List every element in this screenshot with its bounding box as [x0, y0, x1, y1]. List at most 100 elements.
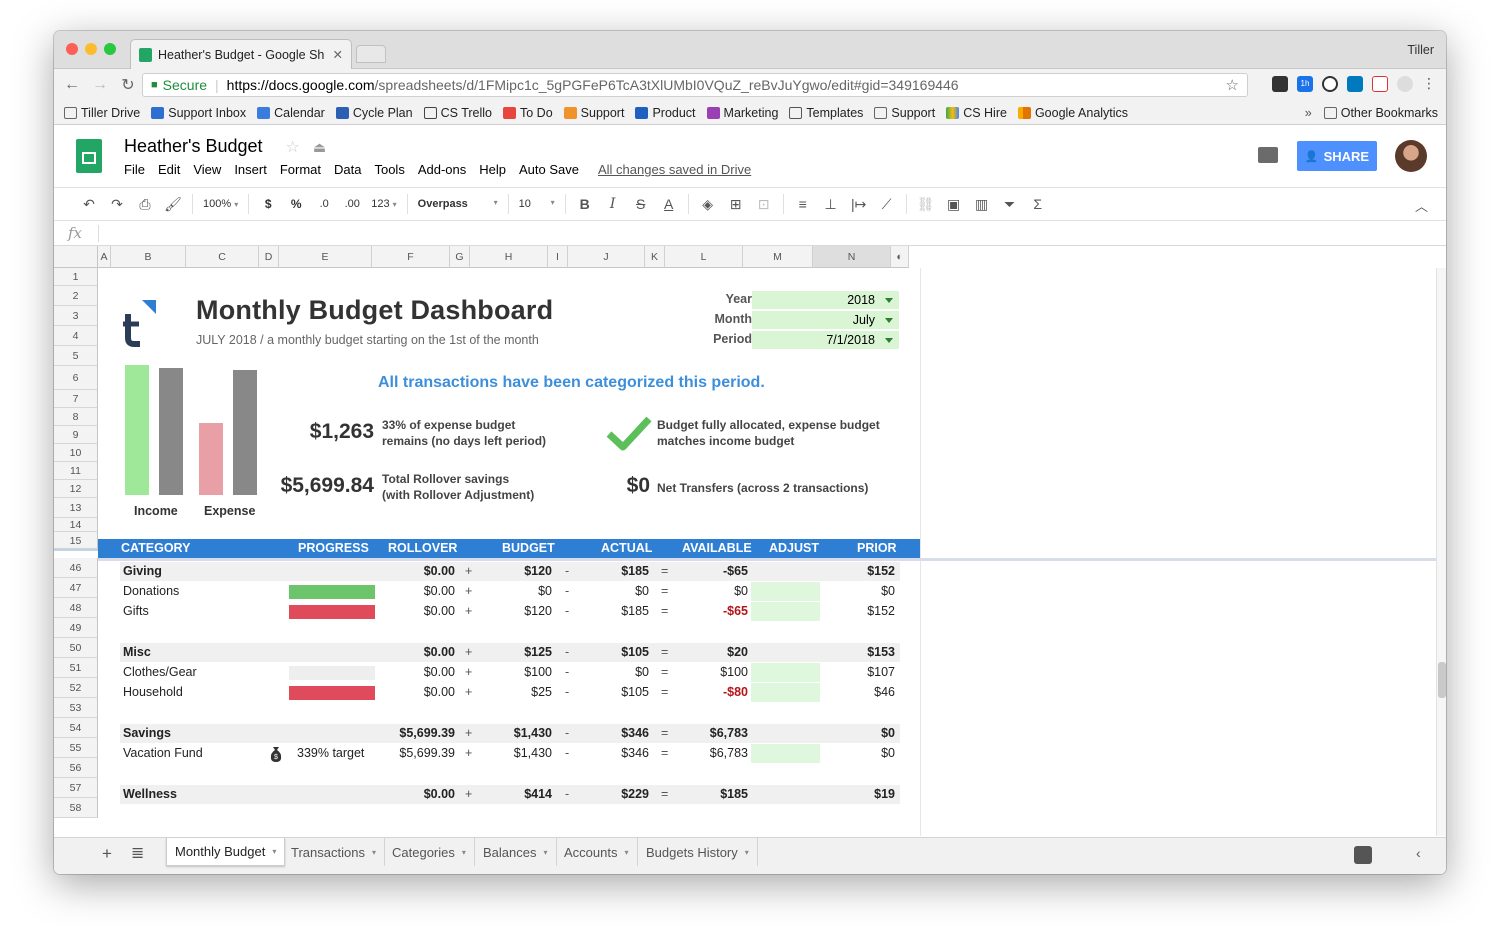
extension-calendar-icon[interactable]: 1h	[1297, 75, 1313, 92]
sheet-tab-monthly-budget[interactable]: Monthly Budget ▾	[166, 838, 286, 866]
column-header-f[interactable]: F	[372, 246, 450, 268]
bookmark-item[interactable]: Support	[563, 106, 624, 120]
bookmark-star-icon[interactable]: ☆	[1226, 76, 1239, 94]
undo-icon[interactable]: ↶	[80, 196, 98, 213]
row-header-10[interactable]: 10	[54, 444, 98, 462]
tab-menu-icon[interactable]: ▾	[372, 848, 376, 857]
table-row-household[interactable]: Household $0.00 + $25- $105 = -$80 $46	[120, 683, 900, 702]
row-header-15[interactable]: 15	[54, 532, 98, 551]
column-header-e[interactable]: E	[279, 246, 372, 268]
bookmark-item[interactable]: Google Analytics	[1017, 106, 1128, 120]
bookmark-item[interactable]: To Do	[503, 106, 553, 120]
row-header-6[interactable]: 6	[54, 366, 98, 390]
menu-auto-save[interactable]: Auto Save	[519, 162, 579, 177]
row-header-12[interactable]: 12	[54, 480, 98, 498]
menu-data[interactable]: Data	[334, 162, 361, 177]
forward-icon[interactable]: →	[86, 76, 114, 94]
address-bar[interactable]: ■ Secure | https://docs.google.com /spre…	[142, 73, 1248, 97]
bookmark-item[interactable]: CS Trello	[423, 106, 492, 120]
chrome-menu-icon[interactable]: ⋮	[1422, 75, 1436, 92]
font-select[interactable]: Overpass ▾	[418, 198, 498, 210]
column-header-j[interactable]: J	[568, 246, 645, 268]
row-header-54[interactable]: 54	[54, 718, 98, 738]
insert-chart-icon[interactable]: ▥	[973, 196, 991, 213]
row-header-55[interactable]: 55	[54, 738, 98, 758]
sheet-tab-budgets-history[interactable]: Budgets History ▾	[638, 838, 758, 866]
profile-name[interactable]: Tiller	[1407, 43, 1434, 57]
number-format-select[interactable]: 123 ▾	[371, 198, 396, 210]
row-header-14[interactable]: 14	[54, 518, 98, 532]
row-header-46[interactable]: 46	[54, 558, 98, 578]
bookmark-item[interactable]: Marketing	[706, 106, 778, 120]
redo-icon[interactable]: ↷	[108, 196, 126, 213]
vertical-align-icon[interactable]: ⊥	[822, 196, 840, 213]
tab-close-icon[interactable]: ✕	[333, 47, 343, 62]
paint-format-icon[interactable]: 🖌	[164, 196, 182, 213]
year-dropdown[interactable]: 2018	[752, 291, 899, 310]
add-sheet-icon[interactable]: +	[102, 844, 112, 864]
extension-1password-icon[interactable]	[1322, 75, 1338, 92]
table-row-wellness[interactable]: Wellness $0.00 + $414- $229 = $185 $19	[120, 785, 900, 804]
borders-icon[interactable]: ⊞	[727, 196, 745, 213]
decrease-decimal-button[interactable]: .0	[315, 198, 333, 210]
explore-icon[interactable]	[1354, 846, 1372, 864]
comments-icon[interactable]	[1258, 147, 1278, 163]
horizontal-align-icon[interactable]: ≡	[794, 196, 812, 212]
strikethrough-icon[interactable]: S	[632, 196, 650, 212]
fill-color-icon[interactable]: ◈	[699, 196, 717, 213]
sheet-tab-transactions[interactable]: Transactions ▾	[283, 838, 385, 866]
avatar[interactable]	[1395, 140, 1427, 172]
print-icon[interactable]: ⎙	[136, 196, 154, 213]
percent-button[interactable]: %	[287, 197, 305, 211]
row-header-47[interactable]: 47	[54, 578, 98, 598]
extension-cast-icon[interactable]	[1272, 75, 1288, 92]
menu-tools[interactable]: Tools	[374, 162, 404, 177]
column-header-n[interactable]: N	[813, 246, 891, 268]
dashboard-cells[interactable]: Monthly Budget Dashboard JULY 2018 / a m…	[98, 268, 920, 836]
tab-menu-icon[interactable]: ▾	[745, 848, 749, 857]
column-header-k[interactable]: K	[645, 246, 665, 268]
close-window-button[interactable]	[66, 43, 78, 55]
bold-icon[interactable]: B	[576, 196, 594, 212]
bookmark-item[interactable]: Product	[635, 106, 696, 120]
bookmark-item[interactable]: Support Inbox	[151, 106, 246, 120]
all-sheets-icon[interactable]: ≣	[131, 843, 144, 863]
tab-menu-icon[interactable]: ▾	[624, 848, 628, 857]
minimize-window-button[interactable]	[85, 43, 97, 55]
merge-cells-icon[interactable]: ⊡	[755, 196, 773, 213]
text-wrap-icon[interactable]: |↦	[850, 196, 868, 213]
row-header-13[interactable]: 13	[54, 498, 98, 518]
empty-grid-area[interactable]	[920, 268, 1440, 836]
row-header-5[interactable]: 5	[54, 346, 98, 366]
adjust-input[interactable]	[751, 683, 820, 702]
currency-button[interactable]: $	[259, 197, 277, 211]
adjust-input[interactable]	[751, 744, 820, 763]
collapse-menu-icon[interactable]: ︿	[1415, 196, 1428, 215]
extension-pdf-icon[interactable]	[1372, 75, 1388, 92]
column-header-g[interactable]: G	[450, 246, 470, 268]
table-row-clothes-gear[interactable]: Clothes/Gear $0.00 + $100- $0 = $100 $107	[120, 663, 900, 682]
table-row-donations[interactable]: Donations $0.00 + $0- $0 = $0 $0	[120, 582, 900, 601]
bookmark-item[interactable]: CS Hire	[946, 106, 1007, 120]
increase-decimal-button[interactable]: .00	[343, 198, 361, 210]
column-header-i[interactable]: I	[548, 246, 568, 268]
saved-status[interactable]: All changes saved in Drive	[598, 162, 751, 177]
move-to-folder-icon[interactable]: ⏏	[313, 139, 326, 155]
menu-file[interactable]: File	[124, 162, 145, 177]
other-bookmarks[interactable]: Other Bookmarks	[1323, 106, 1438, 120]
column-header-l[interactable]: L	[665, 246, 743, 268]
row-header-49[interactable]: 49	[54, 618, 98, 638]
row-header-56[interactable]: 56	[54, 758, 98, 778]
new-tab-button[interactable]	[356, 45, 386, 63]
row-header-53[interactable]: 53	[54, 698, 98, 718]
formula-bar[interactable]: fx	[54, 221, 1446, 246]
column-header-b[interactable]: B	[111, 246, 186, 268]
sheets-logo-icon[interactable]	[76, 139, 102, 173]
star-icon[interactable]: ☆	[286, 139, 300, 156]
month-dropdown[interactable]: July	[752, 311, 899, 330]
insert-comment-icon[interactable]: ▣	[945, 196, 963, 213]
tab-menu-icon[interactable]: ▾	[543, 848, 547, 857]
column-header-d[interactable]: D	[259, 246, 279, 268]
column-header-h[interactable]: H	[470, 246, 548, 268]
column-header-m[interactable]: M	[743, 246, 813, 268]
